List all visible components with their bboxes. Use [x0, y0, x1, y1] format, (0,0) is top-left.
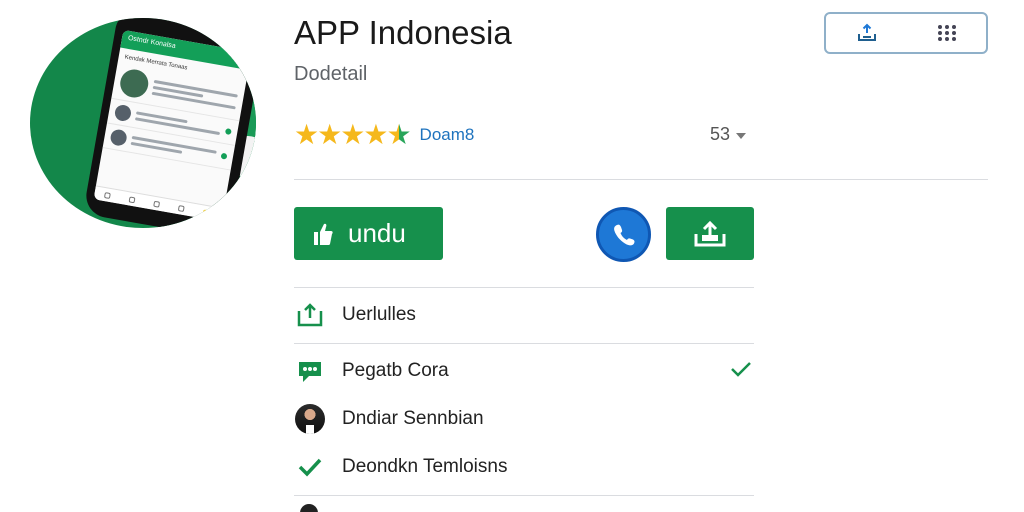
- rating-row: ★ ★ ★ ★ ★ Doam8: [294, 121, 474, 149]
- list-item-terms[interactable]: Deondkn Temloisns: [294, 451, 507, 483]
- share-box-icon: [294, 299, 326, 331]
- share-upload-icon: [694, 220, 726, 246]
- list-item-chat[interactable]: Pegatb Cora: [294, 355, 449, 387]
- divider: [294, 343, 754, 344]
- phone-screen: Ostndr Konalsa Kendak Merrata Tonaas: [93, 29, 252, 222]
- rating-count: 53: [710, 124, 731, 144]
- divider: [294, 287, 754, 288]
- download-button[interactable]: undu: [294, 207, 443, 260]
- star-icon: ★: [340, 119, 366, 150]
- phone-illustration: Ostndr Konalsa Kendak Merrata Tonaas: [82, 18, 256, 228]
- app-hero-image: Ostndr Konalsa Kendak Merrata Tonaas: [30, 18, 256, 228]
- list-item-label: Dndiar Sennbian: [342, 408, 484, 429]
- divider: [294, 179, 988, 180]
- phone-icon: [613, 224, 635, 245]
- grid-menu-icon[interactable]: [936, 22, 958, 44]
- call-button[interactable]: [596, 207, 651, 262]
- thumb-up-icon: [314, 223, 333, 245]
- phone-thumb: [118, 67, 151, 100]
- download-label: undu: [348, 218, 406, 248]
- phone-thumb: [109, 128, 128, 147]
- half-star-icon: ★: [386, 119, 412, 150]
- phone-nav: [93, 185, 225, 222]
- list-item-label: Deondkn Temloisns: [342, 456, 508, 477]
- share-tray-icon[interactable]: [855, 21, 879, 45]
- chat-icon: [294, 355, 326, 387]
- rating-count-dropdown[interactable]: 53: [710, 124, 747, 145]
- check-icon: [294, 451, 326, 483]
- phone-thumb: [113, 103, 133, 123]
- avatar: [294, 403, 326, 435]
- list-item-label: Pegatb Cora: [342, 360, 449, 381]
- top-actions-box: [824, 12, 988, 54]
- divider: [294, 495, 754, 496]
- app-title: APP Indonesia: [294, 14, 512, 51]
- star-icon: ★: [294, 119, 320, 150]
- list-item-label: Uerlulles: [342, 304, 416, 325]
- check-icon: [731, 362, 751, 377]
- rating-label[interactable]: Doam8: [420, 125, 475, 145]
- list-item-developer[interactable]: Dndiar Sennbian: [294, 403, 484, 435]
- app-subtitle: Dodetail: [294, 63, 368, 85]
- star-icon: ★: [363, 119, 389, 150]
- avatar: [300, 504, 318, 512]
- star-icon: ★: [317, 119, 343, 150]
- chevron-down-icon: [736, 132, 747, 139]
- list-item-updates[interactable]: Uerlulles: [294, 299, 416, 331]
- share-button[interactable]: [666, 207, 754, 260]
